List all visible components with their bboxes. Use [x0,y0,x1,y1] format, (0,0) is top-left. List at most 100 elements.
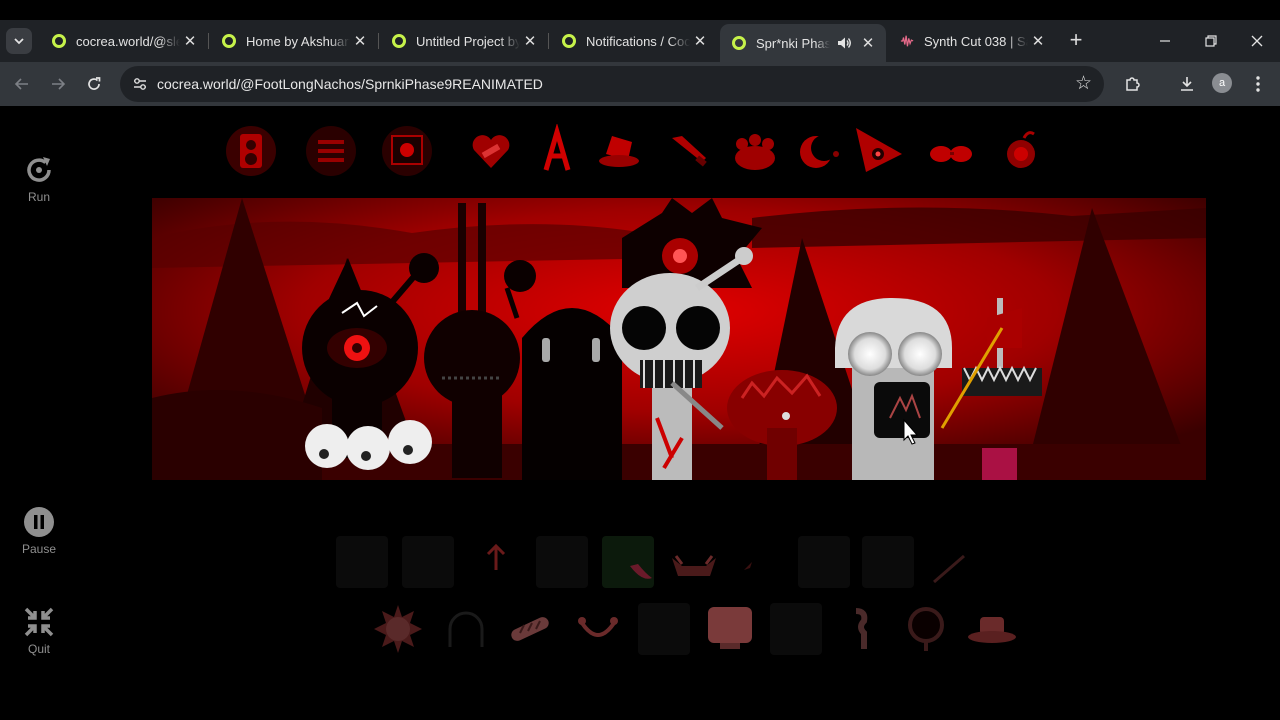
horns-icon[interactable] [668,536,720,588]
tv-icon[interactable] [704,603,756,655]
download-icon [1181,77,1193,91]
tray-slot[interactable] [536,536,588,588]
tab-row: cocrea.world/@sle ✕ Home by Akshuart ✕ U… [0,20,1280,62]
tray-slot[interactable] [770,603,822,655]
tab-title: cocrea.world/@sle [76,33,180,49]
feather-icon[interactable] [616,536,668,588]
bomb-icon[interactable] [994,124,1048,178]
pause-label: Pause [21,542,57,556]
back-arrow-icon [14,78,28,90]
tab-1[interactable]: Home by Akshuart ✕ [210,24,379,58]
close-icon [1251,35,1263,47]
close-icon[interactable]: ✕ [858,33,878,53]
knife-icon[interactable] [662,124,716,178]
site-info-button[interactable] [130,74,150,94]
speaker-icon[interactable] [836,35,852,51]
tray-slot[interactable] [798,536,850,588]
tab-4-active[interactable]: Spr*nki Phase 9 ✕ [720,24,886,62]
close-window-button[interactable] [1242,30,1272,52]
chevron-down-icon [14,38,24,45]
tab-0[interactable]: cocrea.world/@sle ✕ [40,24,209,58]
close-icon[interactable]: ✕ [350,31,370,51]
goggles-icon[interactable] [924,124,978,178]
speaker-box-icon[interactable] [224,124,278,178]
minimize-icon [1160,40,1170,42]
quit-button[interactable]: Quit [14,606,64,656]
top-hat-icon[interactable] [594,124,648,178]
title-bar-top [0,0,1280,20]
tab-separator [208,33,209,49]
cocrea-icon [222,34,236,48]
restore-button[interactable] [1196,30,1226,52]
downloads-button[interactable] [1175,72,1199,96]
tab-search-button[interactable] [6,28,32,54]
arrow-icon[interactable] [470,536,522,588]
bookmark-star-icon[interactable]: ☆ [1075,72,1092,95]
tray-slot[interactable] [402,536,454,588]
forward-arrow-icon [52,78,66,90]
hook-icon[interactable] [836,603,888,655]
close-icon[interactable]: ✕ [690,31,710,51]
cocrea-icon [392,34,406,48]
back-button[interactable] [10,72,34,96]
crab-icon[interactable] [572,603,624,655]
close-icon[interactable]: ✕ [520,31,540,51]
run-button[interactable]: Run [14,154,64,204]
tab-separator [378,33,379,49]
hat-icon[interactable] [966,603,1018,655]
game-stage [152,198,1206,480]
triangle-eye-icon[interactable] [852,124,906,178]
tab-title: Synth Cut 038 | Sa [924,33,1028,49]
stripes-icon[interactable] [304,124,358,178]
new-tab-button[interactable]: + [1064,29,1088,53]
tab-title: Home by Akshuart [246,33,350,49]
menu-button[interactable] [1246,72,1270,96]
profile-avatar[interactable]: a [1212,73,1232,93]
tray-slot[interactable] [336,536,388,588]
waveform-icon [900,35,914,47]
tab-5[interactable]: Synth Cut 038 | Sa ✕ [888,24,1056,58]
monitor-icon[interactable] [380,124,434,178]
browser-toolbar: cocrea.world/@FootLongNachos/SprnkiPhase… [0,62,1280,106]
restart-icon [27,157,51,182]
crescent-icon[interactable] [792,124,846,178]
tab-separator [548,33,549,49]
restore-icon [1205,35,1217,47]
cocrea-icon [562,34,576,48]
kebab-menu-icon [1256,76,1260,92]
heart-bandage-icon[interactable] [464,124,518,178]
sound-icon-row [220,120,1060,182]
cocrea-icon [52,34,66,48]
minimize-button[interactable] [1150,30,1180,52]
tray-slot[interactable] [638,603,690,655]
tab-3[interactable]: Notifications / Coc ✕ [550,24,718,58]
puzzle-icon [1126,77,1140,91]
pause-icon [24,507,54,537]
tab-2[interactable]: Untitled Project by ✕ [380,24,549,58]
quit-label: Quit [27,642,50,656]
close-icon[interactable]: ✕ [180,31,200,51]
reload-button[interactable] [82,72,106,96]
reload-icon [88,77,101,90]
collapse-icon [24,607,54,637]
tray-slot[interactable] [862,536,914,588]
tray-row-1 [336,536,996,592]
close-icon[interactable]: ✕ [1028,31,1048,51]
claw-icon[interactable] [730,536,782,588]
extensions-button[interactable] [1121,72,1145,96]
bandage-icon[interactable] [504,603,556,655]
tune-icon [134,78,146,90]
tab-title: Notifications / Coc [586,33,690,49]
hands-icon[interactable] [728,124,782,178]
arch-icon[interactable] [440,603,492,655]
pause-button[interactable]: Pause [14,506,64,556]
address-bar[interactable]: cocrea.world/@FootLongNachos/SprnkiPhase… [120,66,1104,102]
spiky-ball-icon[interactable] [372,603,424,655]
tab-title: Untitled Project by [416,33,520,49]
ring-icon[interactable] [900,603,952,655]
forward-button[interactable] [46,72,70,96]
tab-title: Spr*nki Phase 9 [756,35,830,51]
url-text[interactable]: cocrea.world/@FootLongNachos/SprnkiPhase… [157,76,543,92]
letter-a-icon[interactable] [530,124,584,178]
wand-icon[interactable] [926,536,978,588]
